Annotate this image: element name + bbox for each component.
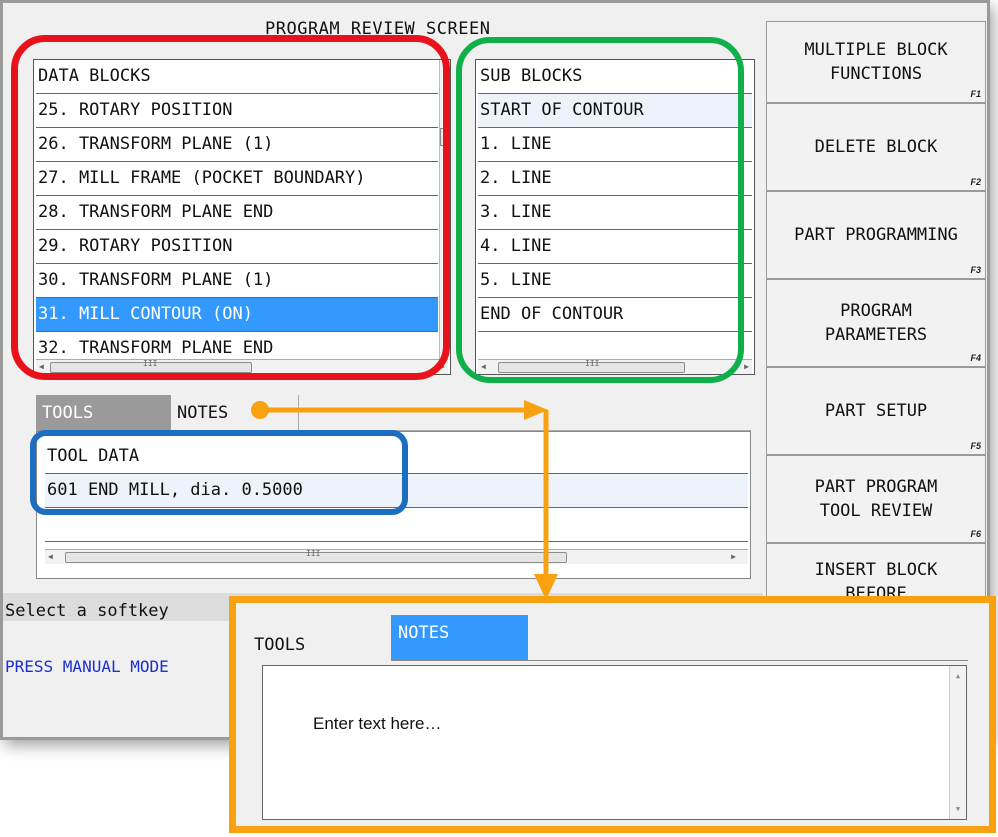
popup-tab-strip-line bbox=[528, 660, 968, 661]
function-key-badge: F4 bbox=[970, 353, 981, 363]
grip-glyph: III bbox=[585, 359, 600, 368]
softkey-label: MULTIPLE BLOCK FUNCTIONS bbox=[804, 40, 948, 84]
scroll-thumb[interactable]: III bbox=[50, 359, 252, 373]
function-key-badge: F6 bbox=[970, 529, 981, 539]
notes-textarea[interactable]: Enter text here… ▲ ▼ bbox=[262, 665, 967, 820]
scroll-down-arrow-icon[interactable]: ▼ bbox=[950, 805, 966, 813]
tool-data-list[interactable]: TOOL DATA 601 END MILL, dia. 0.5000 ◀ II… bbox=[36, 431, 751, 579]
sub-block-row[interactable]: 2. LINE bbox=[478, 162, 752, 196]
tab-notes[interactable]: NOTES bbox=[171, 395, 299, 431]
sub-blocks-header: SUB BLOCKS bbox=[478, 60, 752, 94]
data-block-row[interactable]: 27. MILL FRAME (POCKET BOUNDARY) bbox=[36, 162, 438, 196]
status-message: PRESS MANUAL MODE bbox=[5, 657, 169, 676]
data-blocks-header: DATA BLOCKS bbox=[36, 60, 438, 94]
multiple-block-functions-button[interactable]: MULTIPLE BLOCK FUNCTIONS F1 bbox=[766, 21, 986, 103]
softkey-label: PART SETUP bbox=[824, 401, 928, 421]
sub-blocks-list[interactable]: SUB BLOCKS START OF CONTOUR 1. LINE 2. L… bbox=[475, 59, 755, 375]
scroll-thumb[interactable]: III bbox=[498, 359, 685, 373]
softkey-label: DELETE BLOCK bbox=[814, 137, 938, 157]
data-block-row[interactable]: 30. TRANSFORM PLANE (1) bbox=[36, 264, 438, 298]
tool-data-row[interactable]: 601 END MILL, dia. 0.5000 bbox=[45, 474, 748, 508]
sub-block-row[interactable]: 3. LINE bbox=[478, 196, 752, 230]
tool-data-horizontal-scrollbar[interactable]: ◀ III ▶ bbox=[45, 549, 748, 564]
grip-glyph: III bbox=[306, 549, 321, 558]
notes-popup: TOOLS NOTES Enter text here… ▲ ▼ bbox=[229, 596, 996, 833]
scroll-left-arrow-icon[interactable]: ◀ bbox=[39, 360, 44, 374]
scroll-left-arrow-icon[interactable]: ◀ bbox=[481, 360, 486, 374]
screen-title: PROGRAM REVIEW SCREEN bbox=[265, 19, 491, 39]
softkey-label: PROGRAM PARAMETERS bbox=[824, 301, 928, 345]
tool-data-header: TOOL DATA bbox=[45, 440, 748, 474]
scroll-up-arrow-icon[interactable]: ▲ bbox=[440, 60, 450, 72]
notes-vertical-scrollbar[interactable]: ▲ ▼ bbox=[949, 666, 966, 819]
data-block-row[interactable]: 25. ROTARY POSITION bbox=[36, 94, 438, 128]
notes-placeholder: Enter text here… bbox=[313, 714, 442, 733]
delete-block-button[interactable]: DELETE BLOCK F2 bbox=[766, 103, 986, 191]
data-block-row-selected[interactable]: 31. MILL CONTOUR (ON) bbox=[36, 298, 438, 332]
part-programming-button[interactable]: PART PROGRAMMING F3 bbox=[766, 191, 986, 279]
tab-tools[interactable]: TOOLS bbox=[36, 395, 171, 431]
tool-data-empty-row bbox=[45, 508, 748, 542]
function-key-badge: F3 bbox=[970, 265, 981, 275]
data-block-row[interactable]: 28. TRANSFORM PLANE END bbox=[36, 196, 438, 230]
grip-glyph: III bbox=[143, 359, 158, 368]
softkey-label: PART PROGRAMMING bbox=[794, 225, 958, 245]
part-program-tool-review-button[interactable]: PART PROGRAM TOOL REVIEW F6 bbox=[766, 455, 986, 543]
data-block-row[interactable]: 29. ROTARY POSITION bbox=[36, 230, 438, 264]
data-blocks-horizontal-scrollbar[interactable]: ◀ III ▶ bbox=[36, 359, 448, 374]
function-key-badge: F5 bbox=[970, 441, 981, 451]
sub-block-row[interactable]: END OF CONTOUR bbox=[478, 298, 752, 332]
function-key-badge: F1 bbox=[970, 89, 981, 99]
sub-block-row[interactable]: 1. LINE bbox=[478, 128, 752, 162]
popup-tab-notes[interactable]: NOTES bbox=[391, 615, 528, 661]
data-blocks-list[interactable]: DATA BLOCKS 25. ROTARY POSITION 26. TRAN… bbox=[33, 59, 451, 375]
data-block-row[interactable]: 32. TRANSFORM PLANE END bbox=[36, 332, 438, 356]
scroll-right-arrow-icon[interactable]: ▶ bbox=[440, 360, 445, 374]
data-blocks-vertical-scrollbar[interactable]: ▲ bbox=[439, 60, 450, 360]
sub-block-row[interactable]: START OF CONTOUR bbox=[478, 94, 752, 128]
scroll-up-arrow-icon[interactable]: ▲ bbox=[950, 672, 966, 680]
status-prompt: Select a softkey bbox=[5, 601, 169, 621]
function-key-badge: F2 bbox=[970, 177, 981, 187]
sub-block-row[interactable]: 4. LINE bbox=[478, 230, 752, 264]
sub-block-row[interactable]: 5. LINE bbox=[478, 264, 752, 298]
scroll-left-arrow-icon[interactable]: ◀ bbox=[48, 550, 53, 564]
data-block-row[interactable]: 26. TRANSFORM PLANE (1) bbox=[36, 128, 438, 162]
sub-blocks-horizontal-scrollbar[interactable]: ◀ III ▶ bbox=[478, 359, 752, 374]
scroll-right-arrow-icon[interactable]: ▶ bbox=[731, 550, 736, 564]
program-parameters-button[interactable]: PROGRAM PARAMETERS F4 bbox=[766, 279, 986, 367]
scroll-thumb[interactable]: III bbox=[65, 549, 567, 563]
scroll-thumb[interactable] bbox=[440, 128, 450, 146]
part-setup-button[interactable]: PART SETUP F5 bbox=[766, 367, 986, 455]
scroll-right-arrow-icon[interactable]: ▶ bbox=[744, 360, 749, 374]
popup-tab-tools[interactable]: TOOLS bbox=[248, 627, 388, 663]
softkey-label: PART PROGRAM TOOL REVIEW bbox=[814, 477, 938, 521]
